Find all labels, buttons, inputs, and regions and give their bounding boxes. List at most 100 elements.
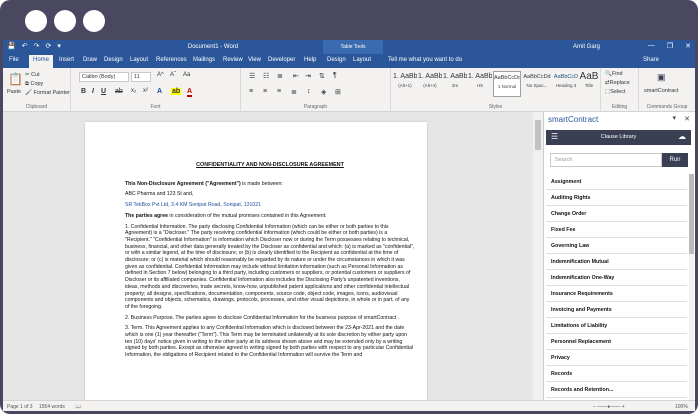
run-button[interactable]: Run bbox=[662, 153, 688, 167]
replace-button[interactable]: ⇄Replace bbox=[605, 80, 630, 86]
list-item[interactable]: Indemnification One-Way bbox=[546, 270, 687, 286]
decrease-indent-icon[interactable]: ⇤ bbox=[293, 72, 299, 80]
user-name[interactable]: Amit Garg bbox=[573, 44, 600, 50]
tab-mailings[interactable]: Mailings bbox=[193, 57, 215, 63]
tab-developer[interactable]: Developer bbox=[268, 57, 295, 63]
pane-scrollbar[interactable] bbox=[689, 174, 694, 400]
superscript-button[interactable]: x² bbox=[143, 88, 148, 94]
save-icon[interactable]: 💾 bbox=[7, 43, 16, 51]
cut-button[interactable]: ✂ Cut bbox=[25, 72, 40, 78]
justify-icon[interactable]: ≣ bbox=[291, 88, 297, 96]
tab-design[interactable]: Design bbox=[104, 57, 123, 63]
style-item[interactable]: 1. AaBb H5 bbox=[468, 71, 492, 97]
share-button[interactable]: Share bbox=[643, 57, 659, 63]
search-input[interactable]: Search bbox=[550, 153, 662, 167]
underline-button[interactable]: U bbox=[101, 88, 106, 95]
scroll-thumb[interactable] bbox=[535, 120, 541, 150]
italic-button[interactable]: I bbox=[92, 88, 94, 95]
list-item[interactable]: Indemnification Mutual bbox=[546, 254, 687, 270]
style-item[interactable]: AaBbCcD Heading 3 bbox=[553, 71, 579, 97]
font-size-select[interactable]: 11 bbox=[131, 72, 151, 82]
find-button[interactable]: 🔍Find bbox=[605, 71, 623, 77]
list-item[interactable]: Assignment bbox=[546, 174, 687, 190]
align-center-icon[interactable]: ≡ bbox=[263, 88, 267, 95]
tab-table-layout[interactable]: Layout bbox=[353, 57, 371, 63]
minimize-icon[interactable]: — bbox=[648, 42, 655, 50]
pane-scroll-thumb[interactable] bbox=[689, 174, 694, 254]
paste-button[interactable]: Paste bbox=[7, 89, 21, 95]
font-name-select[interactable]: Calibri (Body) bbox=[79, 72, 129, 82]
paste-icon[interactable]: 📋 bbox=[8, 72, 23, 86]
multilevel-icon[interactable]: ≣ bbox=[277, 72, 283, 80]
list-item[interactable]: Records and Retention... bbox=[546, 382, 687, 398]
style-item[interactable]: 1. AaBb 2m bbox=[443, 71, 467, 97]
restore-icon[interactable]: ❐ bbox=[667, 42, 673, 50]
style-item[interactable]: AaBbCcDd No Spac... bbox=[523, 71, 551, 97]
select-button[interactable]: ⬚Select bbox=[605, 89, 626, 95]
list-item[interactable]: Auditing Rights bbox=[546, 190, 687, 206]
list-item[interactable]: Privacy bbox=[546, 350, 687, 366]
align-right-icon[interactable]: ≡ bbox=[277, 88, 281, 95]
redo-icon[interactable]: ↷ bbox=[34, 43, 40, 51]
font-color-icon[interactable]: A bbox=[187, 88, 193, 97]
copy-button[interactable]: ⧉ Copy bbox=[25, 81, 43, 88]
tab-layout[interactable]: Layout bbox=[130, 57, 148, 63]
line-spacing-icon[interactable]: ↕ bbox=[307, 88, 311, 95]
tab-references[interactable]: References bbox=[156, 57, 187, 63]
list-item[interactable]: Fixed Fee bbox=[546, 222, 687, 238]
tab-view[interactable]: View bbox=[248, 57, 261, 63]
style-item-normal[interactable]: AaBbCcDd 1 Normal bbox=[493, 71, 521, 97]
tab-review[interactable]: Review bbox=[223, 57, 243, 63]
tab-table-design[interactable]: Design bbox=[327, 57, 346, 63]
page-count[interactable]: Page 1 of 3 bbox=[7, 404, 33, 410]
subscript-button[interactable]: x₂ bbox=[131, 88, 136, 94]
tab-help[interactable]: Help bbox=[304, 57, 316, 63]
tell-me-box[interactable]: Tell me what you want to do bbox=[388, 57, 462, 63]
bullets-icon[interactable]: ☰ bbox=[249, 72, 255, 80]
undo-icon[interactable]: ↶ bbox=[22, 43, 28, 51]
list-item[interactable]: Personnel Replacement bbox=[546, 334, 687, 350]
bold-button[interactable]: B bbox=[81, 88, 86, 95]
proofing-icon[interactable]: 📖 bbox=[75, 404, 81, 410]
shading-icon[interactable]: ◈ bbox=[321, 88, 326, 96]
highlight-icon[interactable]: ab bbox=[171, 88, 182, 95]
close-icon[interactable]: ✕ bbox=[684, 115, 690, 123]
style-item[interactable]: 1. AaBbI (Alt+4) bbox=[418, 71, 442, 97]
close-icon[interactable]: ✕ bbox=[685, 42, 691, 50]
tab-draw[interactable]: Draw bbox=[83, 57, 97, 63]
smartcontract-button[interactable]: smartContract bbox=[644, 88, 679, 94]
borders-icon[interactable]: ⊞ bbox=[335, 88, 341, 96]
grow-font-icon[interactable]: A^ bbox=[157, 72, 164, 78]
list-item[interactable]: Insurance Requirements bbox=[546, 286, 687, 302]
strikethrough-button[interactable]: ab bbox=[115, 88, 123, 95]
customize-icon[interactable]: ▾ bbox=[57, 43, 61, 51]
sort-icon[interactable]: ⇅ bbox=[319, 72, 325, 80]
align-left-icon[interactable]: ≡ bbox=[249, 88, 253, 95]
style-item[interactable]: AaB Title bbox=[579, 71, 599, 97]
zoom-slider[interactable]: − ——●—— + bbox=[593, 404, 625, 410]
style-item[interactable]: 1. AaBbC(Alt+1) bbox=[393, 71, 417, 97]
list-item[interactable]: Invoicing and Payments bbox=[546, 302, 687, 318]
tab-file[interactable]: File bbox=[9, 57, 19, 63]
document-page[interactable]: CONFIDENTIALITY AND NON-DISCLOSURE AGREE… bbox=[85, 122, 427, 400]
pane-options-icon[interactable]: ▾ bbox=[672, 114, 676, 122]
list-item[interactable]: Change Order bbox=[546, 206, 687, 222]
list-item[interactable]: Records bbox=[546, 366, 687, 382]
shrink-font-icon[interactable]: Aˇ bbox=[170, 72, 176, 78]
increase-indent-icon[interactable]: ⇥ bbox=[305, 72, 311, 80]
text-effects-icon[interactable]: A bbox=[157, 88, 162, 95]
pilcrow-icon[interactable]: ¶ bbox=[333, 72, 337, 79]
zoom-level[interactable]: 100% bbox=[675, 404, 688, 410]
cloud-icon[interactable]: ☁ bbox=[678, 132, 686, 141]
word-count[interactable]: 1554 words bbox=[39, 404, 65, 410]
smartcontract-icon[interactable]: ▣ bbox=[657, 72, 666, 83]
list-item[interactable]: Governing Law bbox=[546, 238, 687, 254]
list-item[interactable]: Limitations of Liability bbox=[546, 318, 687, 334]
format-painter-button[interactable]: 🖌 Format Painter bbox=[25, 90, 70, 96]
numbering-icon[interactable]: ☷ bbox=[263, 72, 269, 80]
tab-home[interactable]: Home bbox=[29, 55, 54, 68]
change-case-icon[interactable]: Aa bbox=[183, 72, 190, 78]
tab-insert[interactable]: Insert bbox=[59, 57, 74, 63]
refresh-icon[interactable]: ⟳ bbox=[45, 43, 51, 51]
document-scrollbar[interactable] bbox=[533, 112, 543, 400]
